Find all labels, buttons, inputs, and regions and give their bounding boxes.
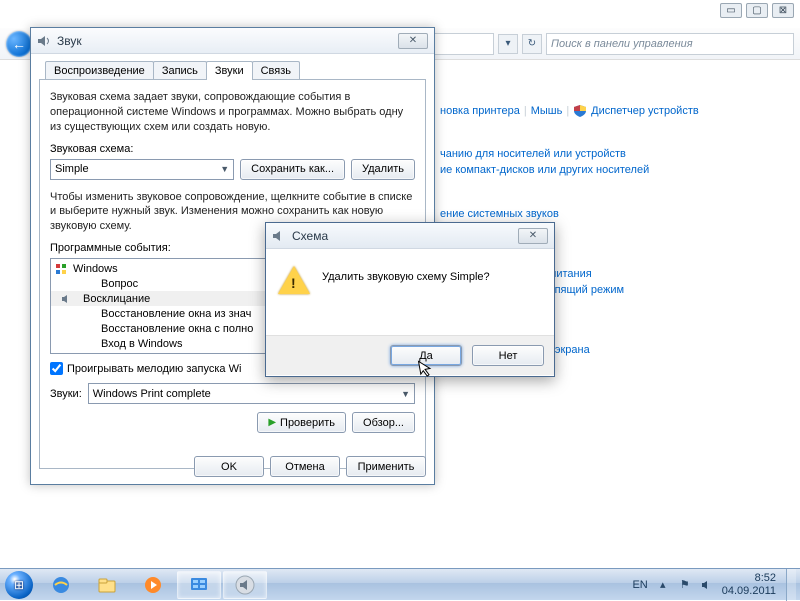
scheme-combobox[interactable]: Simple ▼ <box>50 159 234 180</box>
search-placeholder: Поиск в панели управления <box>551 38 693 50</box>
sound-dialog-title: Звук <box>57 34 392 48</box>
taskbar: ⊞ EN ▴ ⚑ 8:52 04.09.2011 <box>0 568 800 600</box>
speaker-icon <box>37 34 51 48</box>
test-sound-button[interactable]: ▶Проверить <box>257 412 346 433</box>
window-close-button[interactable]: ⊠ <box>772 3 794 18</box>
window-maximize-button[interactable]: ▢ <box>746 3 768 18</box>
tray-clock[interactable]: 8:52 04.09.2011 <box>722 572 778 596</box>
confirm-dialog: Схема ✕ ! Удалить звуковую схему Simple?… <box>265 222 555 377</box>
show-desktop-button[interactable] <box>786 569 796 601</box>
shield-icon <box>573 104 587 118</box>
nav-back-button[interactable]: ← <box>6 31 32 57</box>
scheme-label: Звуковая схема: <box>50 143 415 155</box>
cancel-button[interactable]: Отмена <box>270 456 340 477</box>
tray-show-hidden-icon[interactable]: ▴ <box>656 578 670 592</box>
sound-file-combobox[interactable]: Windows Print complete ▼ <box>88 383 415 404</box>
tray-volume-icon[interactable] <box>700 578 714 592</box>
save-as-button[interactable]: Сохранить как... <box>240 159 345 180</box>
tab-sounds[interactable]: Звуки <box>206 61 253 80</box>
tab-recording[interactable]: Запись <box>153 61 207 80</box>
start-button[interactable]: ⊞ <box>0 569 38 601</box>
tab-communications[interactable]: Связь <box>252 61 300 80</box>
taskbar-item-wmp[interactable] <box>131 571 175 599</box>
taskbar-item-sound[interactable] <box>223 571 267 599</box>
chevron-down-icon: ▼ <box>401 389 410 399</box>
sounds-description: Звуковая схема задает звуки, сопровождаю… <box>50 90 415 135</box>
confirm-no-button[interactable]: Нет <box>472 345 544 366</box>
confirm-close-button[interactable]: ✕ <box>518 228 548 244</box>
sounds-value-label: Звуки: <box>50 388 82 400</box>
scheme-value: Simple <box>55 163 89 175</box>
sound-dialog-close-button[interactable]: ✕ <box>398 33 428 49</box>
browse-sound-button[interactable]: Обзор... <box>352 412 415 433</box>
confirm-title: Схема <box>292 229 512 243</box>
taskbar-item-ie[interactable] <box>39 571 83 599</box>
ok-button[interactable]: OK <box>194 456 264 477</box>
confirm-yes-button[interactable]: Да <box>390 345 462 366</box>
link-add-printer[interactable]: новка принтера <box>440 105 520 117</box>
delete-scheme-button[interactable]: Удалить <box>351 159 415 180</box>
link-system-sounds[interactable]: ение системных звуков <box>440 208 559 220</box>
link-device-manager[interactable]: Диспетчер устройств <box>591 105 699 117</box>
link-mouse[interactable]: Мышь <box>531 105 563 117</box>
windows-logo-icon: ⊞ <box>14 578 24 592</box>
play-startup-checkbox-input[interactable] <box>50 362 63 375</box>
link-autoplay-defaults[interactable]: чанию для носителей или устройств <box>440 148 626 160</box>
speaker-icon <box>61 293 75 305</box>
tab-playback[interactable]: Воспроизведение <box>45 61 154 80</box>
window-minimize-button[interactable]: ▭ <box>720 3 742 18</box>
confirm-text: Удалить звуковую схему Simple? <box>322 265 490 283</box>
warning-icon: ! <box>278 265 310 297</box>
windows-icon <box>55 263 69 275</box>
play-icon: ▶ <box>268 417 276 428</box>
apply-button[interactable]: Применить <box>346 456 426 477</box>
taskbar-item-control-panel[interactable] <box>177 571 221 599</box>
tray-action-center-icon[interactable]: ⚑ <box>678 578 692 592</box>
chevron-down-icon: ▼ <box>220 164 229 174</box>
address-dropdown-button[interactable]: ▾ <box>498 34 518 54</box>
search-input[interactable]: Поиск в панели управления <box>546 33 794 55</box>
link-autoplay-discs[interactable]: ие компакт-дисков или других носителей <box>440 164 649 176</box>
speaker-icon <box>272 229 286 243</box>
taskbar-item-explorer[interactable] <box>85 571 129 599</box>
refresh-button[interactable]: ↻ <box>522 34 542 54</box>
language-indicator[interactable]: EN <box>632 579 647 591</box>
